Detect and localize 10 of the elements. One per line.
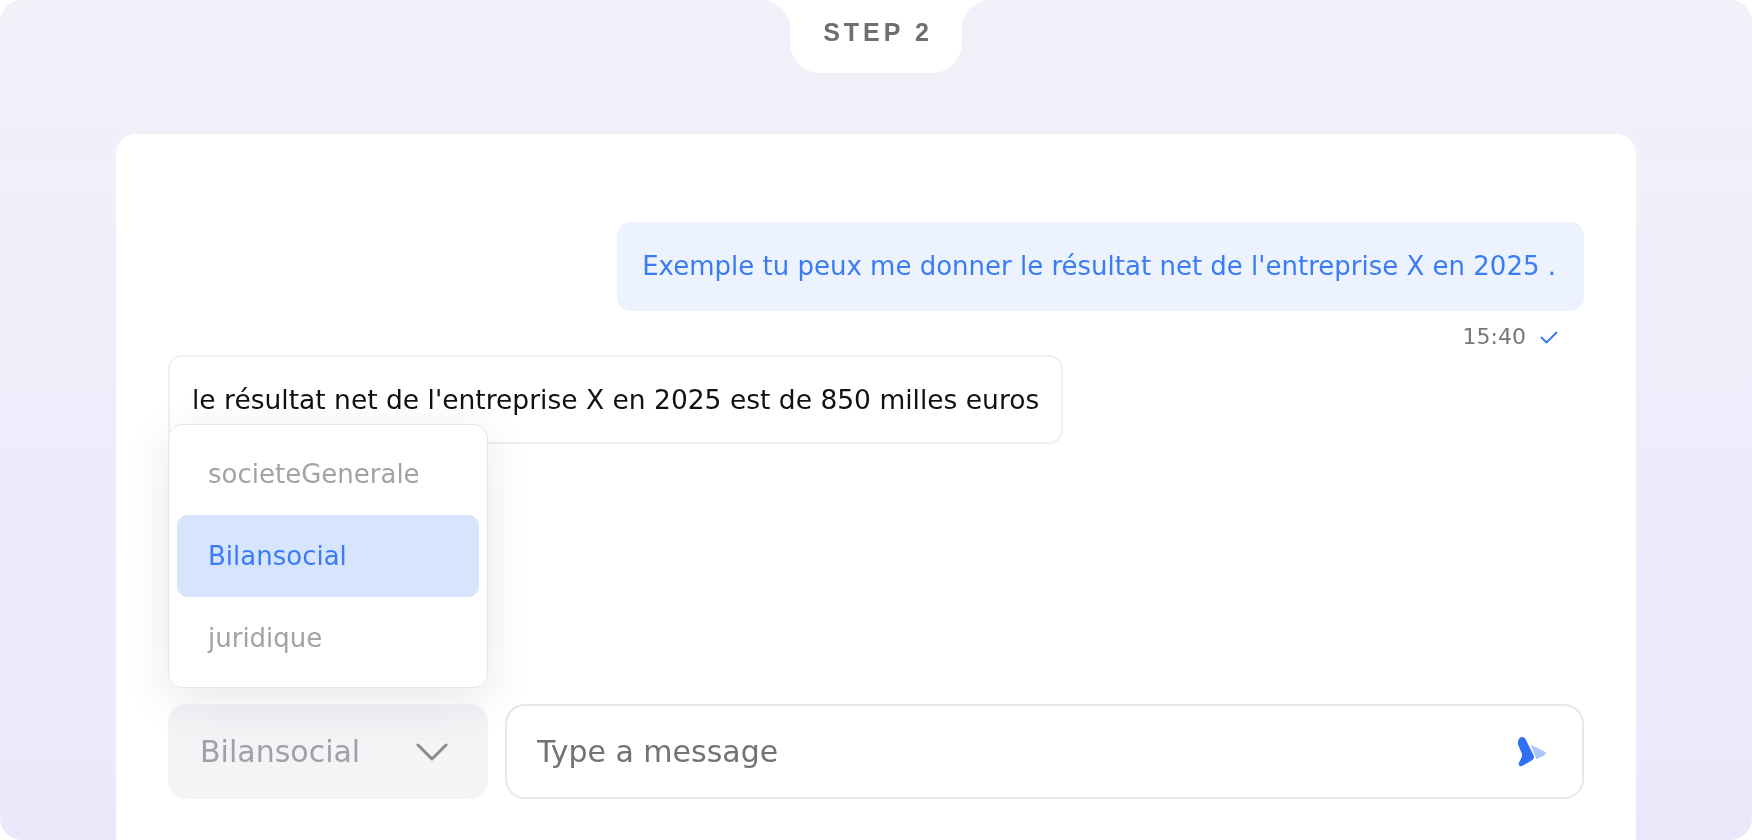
dropdown-item[interactable]: juridique (177, 597, 479, 679)
message-input[interactable]: Type a message (505, 704, 1584, 799)
source-select[interactable]: Bilansocial (168, 704, 488, 799)
received-message: le résultat net de l'entreprise X en 2025 est de 850 milles euros (168, 355, 1064, 444)
chevron-down-icon (416, 742, 448, 761)
sent-message: Exemple tu peux me donner le résultat net de l'entreprise X en 2025 . (617, 222, 1584, 311)
send-button[interactable] (1516, 735, 1549, 768)
send-icon (1516, 735, 1549, 768)
dropdown-item[interactable]: Bilansocial (177, 515, 479, 597)
message-time: 15:40 (1462, 325, 1526, 349)
